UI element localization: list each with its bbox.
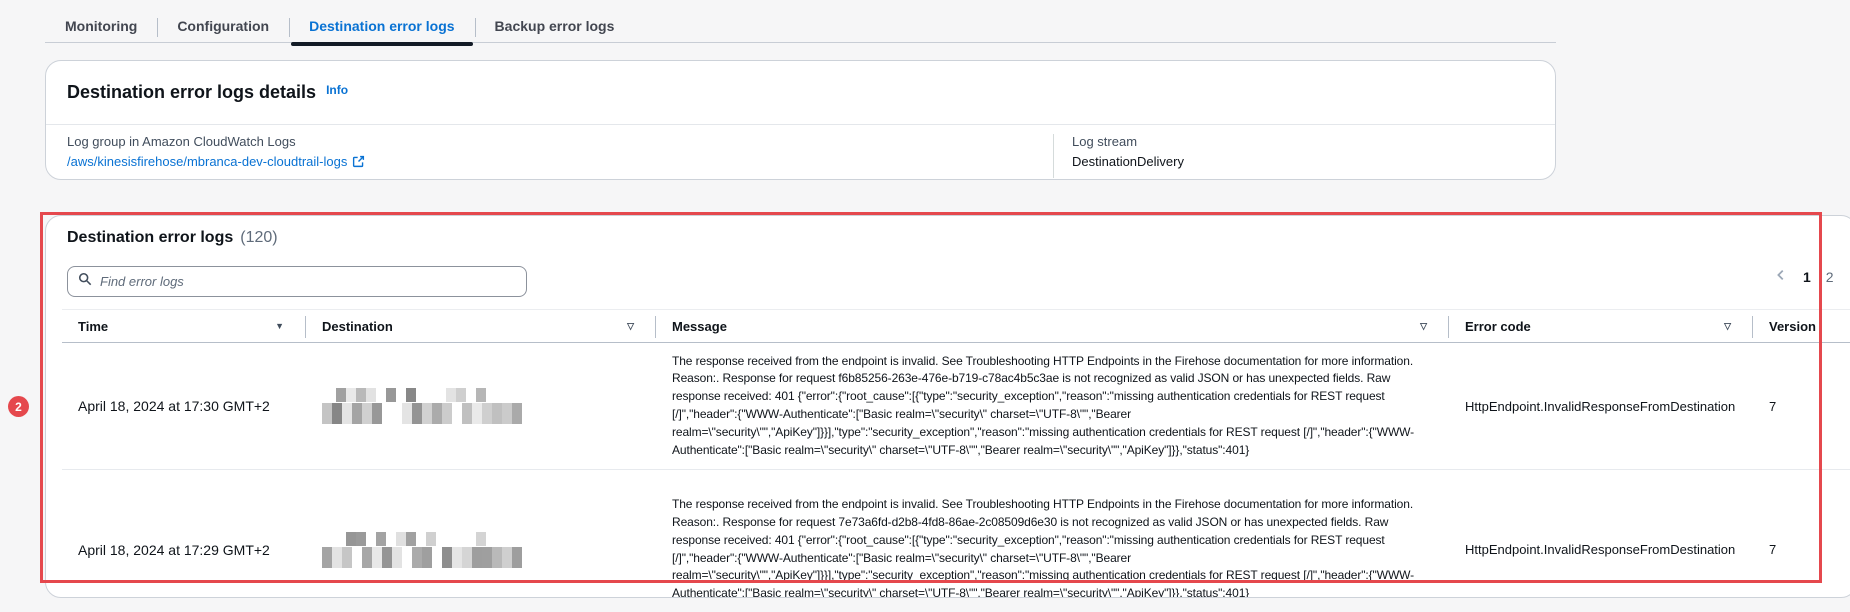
time-cell: April 18, 2024 at 17:29 GMT+2 <box>62 470 306 598</box>
tab-label: Monitoring <box>65 18 137 34</box>
info-link[interactable]: Info <box>326 83 348 97</box>
tab-destination-error-logs[interactable]: Destination error logs <box>289 11 474 41</box>
column-header-error-code[interactable]: Error code ▽ <box>1449 310 1753 342</box>
tab-label: Destination error logs <box>309 18 454 34</box>
error-code-cell: HttpEndpoint.InvalidResponseFromDestinat… <box>1449 343 1753 469</box>
column-header-message[interactable]: Message ▽ <box>656 310 1449 342</box>
table-header-row: Time ▼ Destination ▽ Message ▽ Error cod… <box>62 309 1850 343</box>
tab-monitoring[interactable]: Monitoring <box>45 11 157 41</box>
time-cell: April 18, 2024 at 17:30 GMT+2 <box>62 343 306 469</box>
table-row[interactable]: April 18, 2024 at 17:29 GMT+2 The respon… <box>62 469 1850 598</box>
tab-bar: Monitoring Configuration Destination err… <box>45 10 1556 43</box>
sort-icon[interactable]: ▽ <box>1420 321 1433 332</box>
destination-cell <box>306 343 656 469</box>
version-cell: 7 <box>1753 470 1850 598</box>
logs-panel-title: Destination error logs <box>67 229 233 247</box>
search-box[interactable] <box>67 266 527 297</box>
chevron-left-icon <box>1774 268 1788 285</box>
log-group-link[interactable]: /aws/kinesisfirehose/mbranca-dev-cloudtr… <box>67 154 365 169</box>
sort-descending-icon[interactable]: ▼ <box>275 321 290 331</box>
destination-error-logs-details-panel: Destination error logs details Info Log … <box>45 60 1556 180</box>
destination-redacted-blur <box>322 532 522 568</box>
details-panel-header: Destination error logs details Info <box>46 61 1555 125</box>
logs-count: (120) <box>240 229 277 247</box>
page-number-current[interactable]: 1 <box>1803 269 1811 285</box>
log-group-field: Log group in Amazon CloudWatch Logs /aws… <box>67 134 365 169</box>
pagination: 1 2 <box>1774 268 1834 285</box>
column-header-version[interactable]: Version <box>1753 310 1850 342</box>
search-input[interactable] <box>100 274 516 289</box>
column-header-time[interactable]: Time ▼ <box>62 310 306 342</box>
sort-icon[interactable]: ▽ <box>1724 321 1737 332</box>
log-stream-field: Log stream DestinationDelivery <box>1053 134 1184 178</box>
destination-cell <box>306 470 656 598</box>
firehose-console-page: { "tabs": { "items": [ { "label": "Monit… <box>0 0 1850 612</box>
log-stream-label: Log stream <box>1072 134 1184 149</box>
annotation-step-badge: 2 <box>8 396 29 417</box>
tab-label: Configuration <box>177 18 269 34</box>
destination-redacted-blur <box>322 388 522 424</box>
logs-panel-header: Destination error logs (120) <box>46 216 1850 247</box>
sort-icon[interactable]: ▽ <box>627 321 640 332</box>
error-logs-table: Time ▼ Destination ▽ Message ▽ Error cod… <box>62 309 1850 598</box>
details-panel-title: Destination error logs details <box>67 82 316 103</box>
log-stream-value: DestinationDelivery <box>1072 154 1184 169</box>
details-panel-content: Log group in Amazon CloudWatch Logs /aws… <box>46 125 1555 179</box>
tab-configuration[interactable]: Configuration <box>157 11 289 41</box>
external-link-icon <box>352 155 365 168</box>
table-row[interactable]: April 18, 2024 at 17:30 GMT+2 The respon… <box>62 343 1850 469</box>
error-code-cell: HttpEndpoint.InvalidResponseFromDestinat… <box>1449 470 1753 598</box>
destination-error-logs-panel: Destination error logs (120) 1 2 Time ▼ <box>45 215 1850 598</box>
previous-page-button[interactable] <box>1774 268 1788 285</box>
tab-backup-error-logs[interactable]: Backup error logs <box>475 11 635 41</box>
log-group-label: Log group in Amazon CloudWatch Logs <box>67 134 365 149</box>
search-icon <box>78 272 92 291</box>
page-number-next[interactable]: 2 <box>1826 269 1834 285</box>
message-cell: The response received from the endpoint … <box>656 343 1449 469</box>
tab-label: Backup error logs <box>495 18 615 34</box>
message-cell: The response received from the endpoint … <box>656 470 1449 598</box>
column-header-destination[interactable]: Destination ▽ <box>306 310 656 342</box>
version-cell: 7 <box>1753 343 1850 469</box>
